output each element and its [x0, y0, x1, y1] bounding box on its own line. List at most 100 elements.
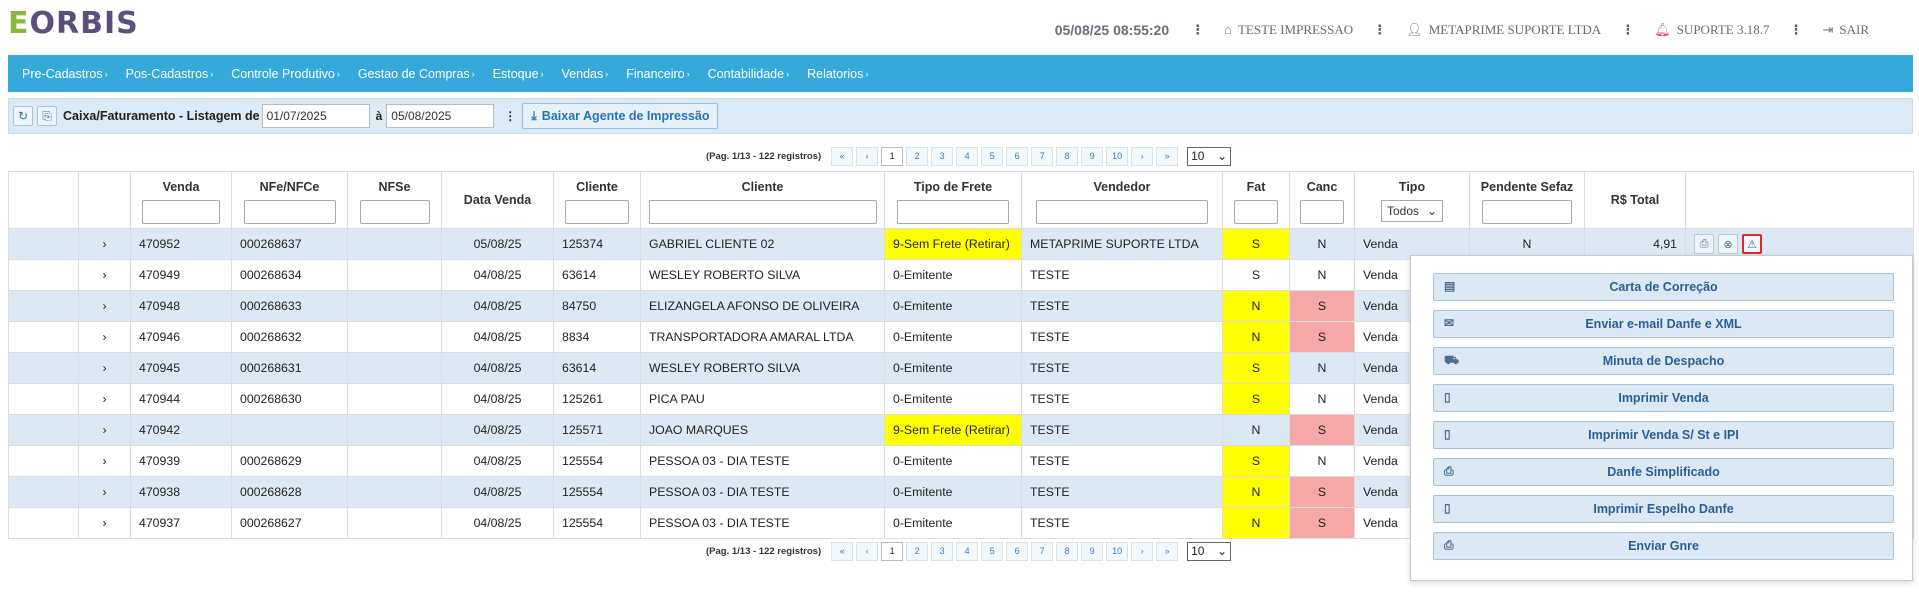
menu-gestao-compras[interactable]: Gestao de Compras	[358, 67, 475, 81]
filter-canc[interactable]	[1300, 200, 1344, 224]
pager-page[interactable]: 3	[931, 146, 954, 166]
pager-last[interactable]: »	[1156, 146, 1179, 166]
filter-tipo-select[interactable]: Todos ⌄	[1381, 200, 1443, 222]
pager-first[interactable]: «	[831, 146, 854, 166]
cell-tipo-frete: 0-Emitente	[884, 290, 1022, 322]
cell-nfe-link[interactable]: 000268634	[231, 259, 348, 291]
page-size-select[interactable]: 10 ⌄	[1187, 146, 1232, 166]
pager-page[interactable]: 6	[1006, 541, 1029, 561]
pager-prev[interactable]: ‹	[856, 146, 879, 166]
cell-nfe-link[interactable]: 000268633	[231, 290, 348, 322]
cell-vendedor: TESTE	[1021, 507, 1223, 539]
pager-last[interactable]: »	[1156, 541, 1179, 561]
popup-item[interactable]: ▯ Imprimir Venda	[1433, 384, 1894, 412]
popup-item[interactable]: ▤ Carta de Correção	[1433, 273, 1894, 301]
cell-nfe-link[interactable]: 000268631	[231, 352, 348, 384]
header-dots[interactable]: ⋮	[1789, 23, 1802, 38]
cancel-button[interactable]: ⊗	[1718, 234, 1738, 254]
expand-row-button[interactable]: ›	[78, 321, 131, 353]
popup-item[interactable]: ▯ Imprimir Espelho Danfe	[1433, 495, 1894, 523]
pager-page[interactable]: 7	[1031, 541, 1054, 561]
cell-nfe-link[interactable]: 000268632	[231, 321, 348, 353]
popup-item[interactable]: ⎙ Enviar Gnre	[1433, 532, 1894, 560]
filter-fat[interactable]	[1234, 200, 1278, 224]
pager-page[interactable]: 10	[1106, 146, 1129, 166]
refresh-icon: ↻	[17, 109, 29, 123]
expand-row-button[interactable]: ›	[78, 445, 131, 477]
more-actions-button[interactable]: ⚠	[1742, 234, 1762, 254]
print-button[interactable]: ⎙	[1694, 234, 1714, 254]
popup-item[interactable]: ✉ Enviar e-mail Danfe e XML	[1433, 310, 1894, 338]
cell-nfe-link[interactable]	[231, 414, 348, 446]
pager-page[interactable]: 4	[956, 541, 979, 561]
download-agent-button[interactable]: ⤓ Baixar Agente de Impressão	[522, 103, 719, 129]
menu-pre-cadastros[interactable]: Pre-Cadastros	[22, 67, 108, 81]
pager-page[interactable]: 3	[931, 541, 954, 561]
filter-cliente-cod[interactable]	[565, 200, 629, 224]
user-icon: 👤︎	[1406, 22, 1423, 37]
pager-page[interactable]: 1	[881, 146, 904, 166]
filter-cliente[interactable]	[648, 200, 877, 224]
header-dots[interactable]: ⋮	[1373, 23, 1386, 38]
pager-page[interactable]: 2	[906, 541, 929, 561]
menu-pos-cadastros[interactable]: Pos-Cadastros	[126, 67, 214, 81]
popup-item[interactable]: ⎙ Danfe Simplificado	[1433, 458, 1894, 486]
menu-financeiro[interactable]: Financeiro	[626, 67, 689, 81]
header-dots[interactable]: ⋮	[1191, 23, 1204, 38]
menu-estoque[interactable]: Estoque	[493, 67, 544, 81]
pager-next[interactable]: ›	[1131, 146, 1154, 166]
filter-pendente[interactable]	[1482, 200, 1572, 224]
filter-vendedor[interactable]	[1036, 200, 1208, 224]
filter-tipo-frete[interactable]	[897, 200, 1009, 224]
cell-cliente: GABRIEL CLIENTE 02	[640, 228, 885, 260]
cell-nfe-link[interactable]: 000268629	[231, 445, 348, 477]
cell-nfe-link[interactable]: 000268627	[231, 507, 348, 539]
date-to-input[interactable]	[386, 104, 495, 128]
support-menu[interactable]: 🔔︎ SUPORTE 3.18.7	[1654, 22, 1769, 38]
pager-page[interactable]: 4	[956, 146, 979, 166]
page-size-select[interactable]: 10 ⌄	[1187, 541, 1232, 561]
pager-page[interactable]: 1	[881, 541, 904, 561]
pager-page[interactable]: 5	[981, 146, 1004, 166]
pager-page[interactable]: 8	[1056, 541, 1079, 561]
menu-vendas[interactable]: Vendas	[562, 67, 609, 81]
pager-page[interactable]: 6	[1006, 146, 1029, 166]
pager-prev[interactable]: ‹	[856, 541, 879, 561]
expand-row-button[interactable]: ›	[78, 507, 131, 539]
pager-first[interactable]: «	[831, 541, 854, 561]
pager-next[interactable]: ›	[1131, 541, 1154, 561]
pager-page[interactable]: 8	[1056, 146, 1079, 166]
pager-page[interactable]: 2	[906, 146, 929, 166]
popup-item[interactable]: ▯ Imprimir Venda S/ St e IPI	[1433, 421, 1894, 449]
pager-page[interactable]: 7	[1031, 146, 1054, 166]
export-button[interactable]: ⎘	[37, 106, 57, 126]
menu-contabilidade[interactable]: Contabilidade	[708, 67, 789, 81]
user-menu[interactable]: 👤︎ METAPRIME SUPORTE LTDA	[1406, 22, 1601, 38]
pager-page[interactable]: 9	[1081, 146, 1104, 166]
date-from-input[interactable]	[261, 104, 370, 128]
logout-button[interactable]: ⇥ SAIR	[1822, 22, 1869, 38]
pager-page[interactable]: 10	[1106, 541, 1129, 561]
expand-row-button[interactable]: ›	[78, 476, 131, 508]
company-selector[interactable]: ⌂ TESTE IMPRESSAO	[1224, 22, 1353, 38]
expand-row-button[interactable]: ›	[78, 259, 131, 291]
cell-nfe-link[interactable]: 000268630	[231, 383, 348, 415]
menu-relatorios[interactable]: Relatorios	[807, 67, 868, 81]
cell-nfe-link[interactable]: 000268637	[231, 228, 348, 260]
cell-nfe-link[interactable]: 000268628	[231, 476, 348, 508]
filter-nfse[interactable]	[359, 200, 430, 224]
menu-controle-produtivo[interactable]: Controle Produtivo	[231, 67, 340, 81]
popup-item[interactable]: ⛟ Minuta de Despacho	[1433, 347, 1894, 375]
expand-row-button[interactable]: ›	[78, 414, 131, 446]
pager-page[interactable]: 5	[981, 541, 1004, 561]
header-dots[interactable]: ⋮	[1621, 23, 1634, 38]
filter-nfe[interactable]	[243, 200, 336, 224]
expand-row-button[interactable]: ›	[78, 228, 131, 260]
expand-row-button[interactable]: ›	[78, 290, 131, 322]
filter-venda[interactable]	[142, 200, 220, 224]
expand-row-button[interactable]: ›	[78, 383, 131, 415]
expand-row-button[interactable]: ›	[78, 352, 131, 384]
toolbar-dots[interactable]: ⋮	[504, 109, 516, 123]
pager-page[interactable]: 9	[1081, 541, 1104, 561]
refresh-button[interactable]: ↻	[13, 106, 33, 126]
